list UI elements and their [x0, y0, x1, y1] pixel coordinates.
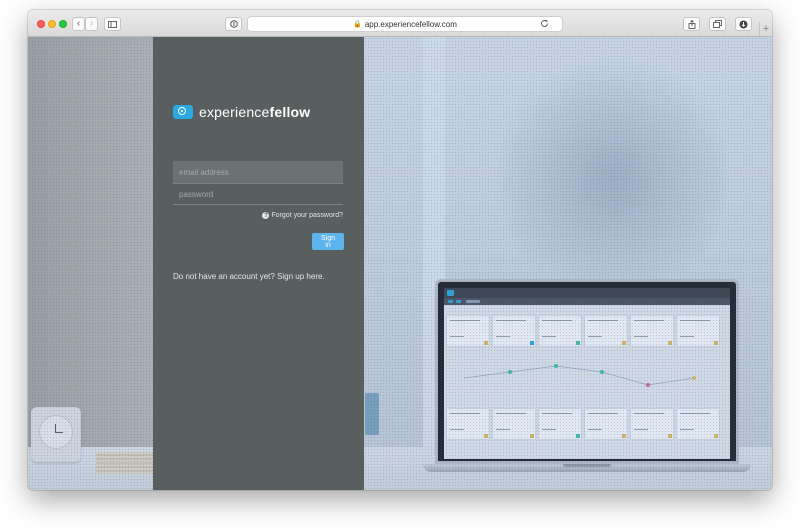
- url-text: app.experiencefellow.com: [364, 19, 457, 29]
- sign-up-link[interactable]: Do not have an account yet? Sign up here…: [173, 272, 325, 281]
- minimize-window-button[interactable]: [48, 20, 56, 28]
- privacy-icon: [229, 20, 238, 28]
- question-icon: ?: [262, 212, 270, 219]
- brand-logo: experiencefellow: [173, 104, 310, 120]
- share-icon: [688, 19, 695, 29]
- address-bar[interactable]: 🔒 app.experiencefellow.com: [247, 16, 563, 32]
- zoom-window-button[interactable]: [59, 20, 67, 28]
- new-tab-icon: +: [762, 23, 770, 35]
- privacy-report-button[interactable]: [225, 17, 242, 31]
- email-field[interactable]: [173, 161, 343, 184]
- back-icon: ‹: [76, 18, 81, 29]
- download-icon: [739, 20, 748, 28]
- reload-icon[interactable]: [540, 19, 549, 28]
- page-content: experiencefellow ? Forgot your password?…: [28, 37, 772, 490]
- downloads-button[interactable]: [735, 17, 752, 31]
- back-button[interactable]: ‹: [72, 17, 85, 31]
- brand-name: experiencefellow: [199, 104, 311, 120]
- forgot-password-link[interactable]: ? Forgot your password?: [262, 212, 343, 219]
- tabs-overview-button[interactable]: [709, 17, 726, 31]
- lock-icon: 🔒: [353, 21, 362, 28]
- browser-window: ‹ › 🔒 app.experiencefellow.com + experie…: [28, 10, 772, 490]
- tabs-icon: [713, 20, 722, 28]
- eye-logo-icon: [173, 105, 193, 119]
- close-window-button[interactable]: [37, 20, 45, 28]
- sidebar-button[interactable]: [104, 17, 121, 31]
- login-panel: experiencefellow ? Forgot your password?…: [153, 37, 364, 490]
- forward-icon: ›: [89, 18, 94, 29]
- password-field[interactable]: [173, 185, 343, 205]
- sign-in-button[interactable]: Sign in: [312, 233, 344, 250]
- new-tab-button[interactable]: +: [759, 22, 772, 36]
- browser-toolbar: ‹ › 🔒 app.experiencefellow.com +: [28, 10, 772, 37]
- share-button[interactable]: [683, 17, 700, 31]
- sidebar-icon: [108, 20, 117, 28]
- forward-button[interactable]: ›: [85, 17, 98, 31]
